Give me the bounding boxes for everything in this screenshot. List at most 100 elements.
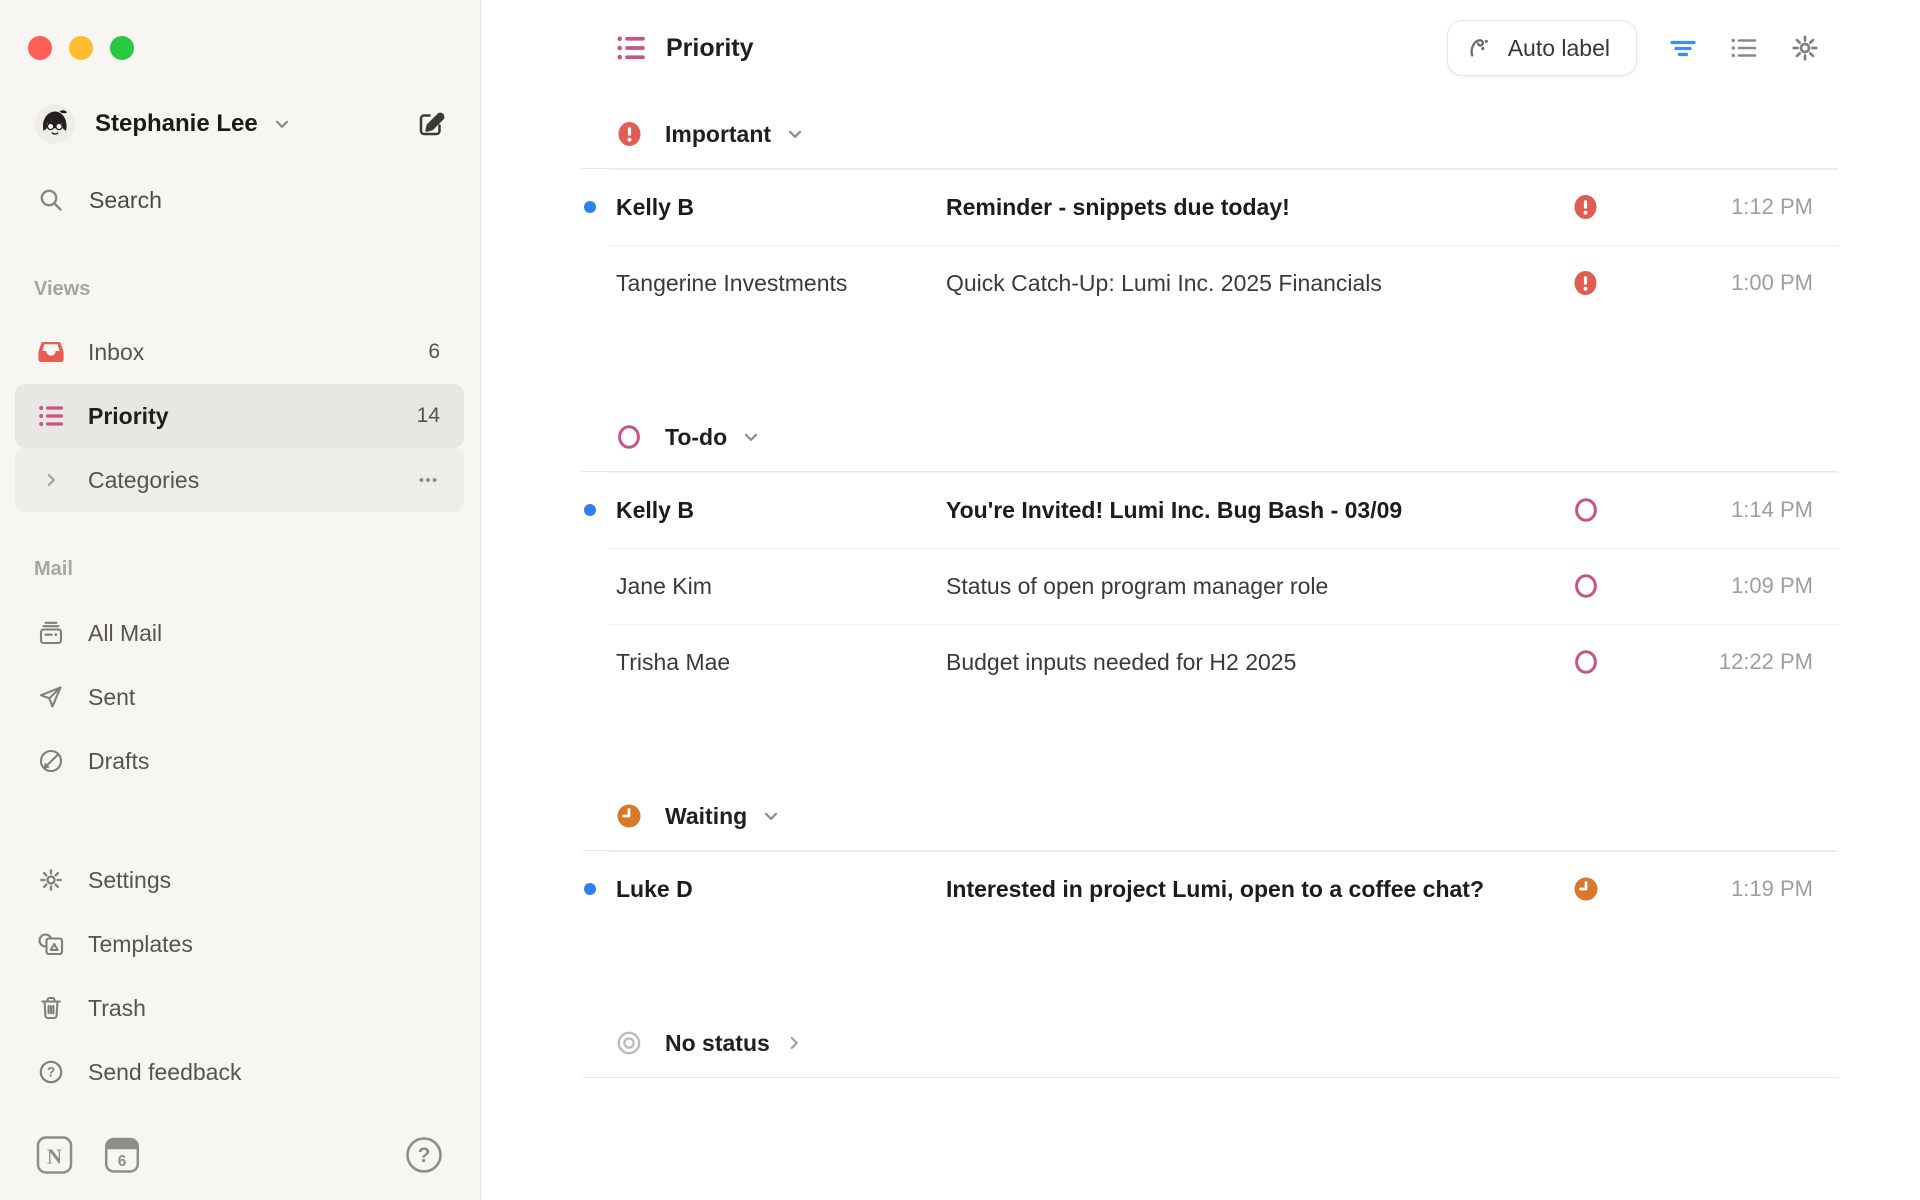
search-label: Search <box>89 187 162 214</box>
important-icon[interactable] <box>1573 194 1598 220</box>
sidebar-item-label: All Mail <box>88 620 162 647</box>
email-subject: Status of open program manager role <box>946 573 1838 600</box>
no-status-icon <box>616 1030 642 1056</box>
sidebar-bottom-bar: N 6 ? <box>35 1133 444 1177</box>
chevron-right-icon[interactable] <box>784 1033 804 1053</box>
sidebar-item-categories[interactable]: Categories <box>15 448 464 512</box>
chevron-right-icon <box>37 470 65 490</box>
email-sender: Kelly B <box>616 194 946 221</box>
email-time: 1:09 PM <box>1731 573 1813 599</box>
email-sender: Tangerine Investments <box>616 270 946 297</box>
gear-icon <box>37 867 65 893</box>
mail-sections: ImportantKelly BReminder - snippets due … <box>581 100 1838 1160</box>
section-header-todo[interactable]: To-do <box>581 403 1838 472</box>
ellipsis-icon[interactable] <box>416 468 440 492</box>
templates-icon <box>37 931 65 957</box>
sidebar: Stephanie Lee Search Views Inbox6Priorit… <box>0 0 481 1200</box>
main-panel: Priority Auto label ImportantKelly BRemi… <box>481 0 1920 1200</box>
help-icon: ? <box>37 1059 65 1085</box>
list-view-icon[interactable] <box>1729 33 1759 63</box>
filter-icon[interactable] <box>1668 33 1698 63</box>
waiting-icon[interactable] <box>1573 876 1599 902</box>
email-time: 1:00 PM <box>1731 270 1813 296</box>
sidebar-item-drafts[interactable]: Drafts <box>15 729 464 793</box>
email-row-important-0[interactable]: Kelly BReminder - snippets due today!1:1… <box>581 169 1838 245</box>
sidebar-item-label: Send feedback <box>88 1059 241 1086</box>
section-header-no-status[interactable]: No status <box>581 1009 1838 1078</box>
sidebar-item-label: Categories <box>88 467 199 494</box>
calendar-badge[interactable]: 6 <box>103 1135 141 1175</box>
sidebar-item-label: Inbox <box>88 339 144 366</box>
todo-icon[interactable] <box>1573 573 1599 599</box>
sidebar-item-send-feedback[interactable]: ? Send feedback <box>15 1040 464 1104</box>
chevron-down-icon[interactable] <box>761 806 781 826</box>
sidebar-item-label: Trash <box>88 995 146 1022</box>
email-row-important-1[interactable]: Tangerine InvestmentsQuick Catch-Up: Lum… <box>581 245 1838 321</box>
sidebar-item-sent[interactable]: Sent <box>15 665 464 729</box>
todo-icon[interactable] <box>1573 497 1599 523</box>
inbox-icon <box>37 339 65 365</box>
email-subject: Budget inputs needed for H2 2025 <box>946 649 1838 676</box>
main-header: Priority Auto label <box>581 14 1838 82</box>
sidebar-item-all-mail[interactable]: All Mail <box>15 601 464 665</box>
section-title: No status <box>665 1030 770 1057</box>
auto-label-button[interactable]: Auto label <box>1447 20 1637 76</box>
unread-dot <box>584 504 596 516</box>
email-time: 1:14 PM <box>1731 497 1813 523</box>
todo-icon[interactable] <box>1573 649 1599 675</box>
svg-text:?: ? <box>418 1144 431 1167</box>
sidebar-item-trash[interactable]: Trash <box>15 976 464 1040</box>
zoom-window-button[interactable] <box>110 36 134 60</box>
unread-dot <box>584 201 596 213</box>
email-time: 1:12 PM <box>1731 194 1813 220</box>
important-icon <box>616 121 642 147</box>
gear-icon[interactable] <box>1790 33 1820 63</box>
important-icon[interactable] <box>1573 270 1598 296</box>
email-row-todo-1[interactable]: Jane KimStatus of open program manager r… <box>581 548 1838 624</box>
account-switcher[interactable]: Stephanie Lee <box>0 104 480 144</box>
email-sender: Kelly B <box>616 497 946 524</box>
section-header-important[interactable]: Important <box>581 100 1838 169</box>
unread-count-badge: 14 <box>417 404 440 428</box>
chevron-down-icon[interactable] <box>741 427 761 447</box>
search-input[interactable]: Search <box>0 176 480 224</box>
email-subject: Interested in project Lumi, open to a co… <box>946 876 1838 903</box>
priority-list-icon <box>37 403 65 429</box>
minimize-window-button[interactable] <box>69 36 93 60</box>
chevron-down-icon <box>272 114 292 134</box>
sidebar-item-inbox[interactable]: Inbox 6 <box>15 320 464 384</box>
sidebar-item-label: Priority <box>88 403 169 430</box>
close-window-button[interactable] <box>28 36 52 60</box>
sidebar-item-label: Sent <box>88 684 135 711</box>
sidebar-footer-list: Settings Templates Trash? Send feedback <box>0 848 480 1104</box>
unread-count-badge: 6 <box>428 340 440 364</box>
svg-text:6: 6 <box>118 1153 127 1170</box>
email-sender: Luke D <box>616 876 946 903</box>
section-header-waiting[interactable]: Waiting <box>581 782 1838 851</box>
sidebar-item-label: Templates <box>88 931 193 958</box>
compose-button[interactable] <box>416 109 446 139</box>
svg-text:?: ? <box>47 1065 55 1080</box>
email-time: 12:22 PM <box>1719 649 1813 675</box>
priority-list-icon <box>616 33 646 63</box>
svg-text:N: N <box>47 1145 62 1169</box>
section-title: To-do <box>665 424 727 451</box>
window-controls <box>28 36 134 60</box>
section-no-status: No status <box>581 1009 1838 1078</box>
email-time: 1:19 PM <box>1731 876 1813 902</box>
email-row-todo-0[interactable]: Kelly BYou're Invited! Lumi Inc. Bug Bas… <box>581 472 1838 548</box>
notion-logo-badge[interactable]: N <box>35 1134 75 1176</box>
chevron-down-icon[interactable] <box>785 124 805 144</box>
email-row-todo-2[interactable]: Trisha MaeBudget inputs needed for H2 20… <box>581 624 1838 700</box>
sidebar-item-settings[interactable]: Settings <box>15 848 464 912</box>
trash-icon <box>37 995 65 1021</box>
sidebar-item-priority[interactable]: Priority 14 <box>15 384 464 448</box>
auto-label-icon <box>1466 33 1496 63</box>
email-row-waiting-0[interactable]: Luke DInterested in project Lumi, open t… <box>581 851 1838 927</box>
auto-label-text: Auto label <box>1508 35 1610 62</box>
email-sender: Jane Kim <box>616 573 946 600</box>
sidebar-item-templates[interactable]: Templates <box>15 912 464 976</box>
help-button[interactable]: ? <box>404 1135 444 1175</box>
unread-dot <box>584 883 596 895</box>
todo-icon <box>616 424 642 450</box>
